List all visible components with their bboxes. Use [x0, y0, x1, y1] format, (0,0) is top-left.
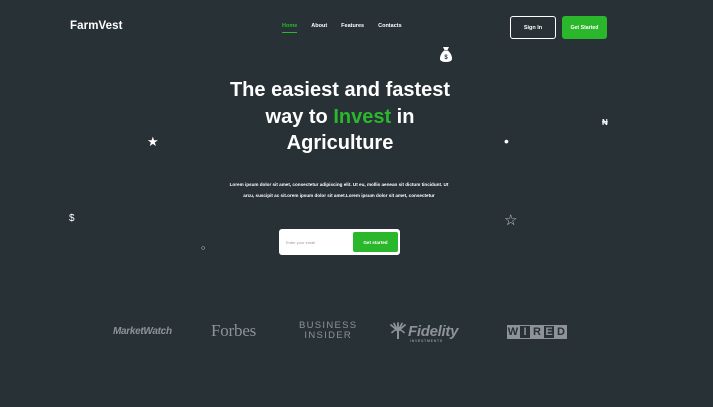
nav-link-about[interactable]: About — [311, 23, 327, 33]
get-started-button[interactable]: Get Started — [562, 16, 607, 39]
star-outline-icon: ☆ — [504, 212, 518, 229]
fidelity-logo: Fidelity INVESTMENTS — [389, 320, 479, 346]
nav-link-contacts[interactable]: Contacts — [378, 23, 402, 33]
hero-title-line3: Agriculture — [286, 132, 394, 154]
email-input[interactable] — [286, 235, 350, 249]
sign-in-button[interactable]: Sign In — [510, 16, 556, 39]
marketwatch-logo: MarketWatch — [113, 326, 172, 337]
star-icon: ★ — [147, 134, 159, 149]
fidelity-wordmark: Fidelity — [408, 323, 459, 340]
hero-title-line2-pre: way to — [265, 105, 334, 128]
hero-title-line1: The easiest and fastest — [229, 79, 451, 101]
subscribe-form: Get started — [279, 229, 400, 255]
wired-letter: R — [531, 325, 543, 339]
site-logo[interactable]: FarmVest — [70, 20, 123, 32]
wired-logo: W I R E D — [507, 325, 567, 339]
nav-link-features[interactable]: Features — [341, 23, 364, 33]
hero-title: The easiest and fastest way to Invest in… — [200, 77, 480, 157]
forbes-logo: Forbes — [211, 321, 257, 340]
wired-letter: W — [507, 325, 519, 339]
hero-title-line2-post: in — [391, 105, 415, 128]
naira-icon: ₦ — [602, 118, 608, 127]
press-logos: MarketWatch Forbes BUSINESS INSIDER Fide… — [0, 318, 713, 348]
main-nav: Home About Features Contacts — [282, 23, 416, 33]
money-bag-icon: $ — [438, 46, 454, 63]
hero-description: Lorem ipsum dolor sit amet, consectetur … — [229, 182, 449, 198]
hero-title-accent: Invest — [333, 105, 392, 128]
subscribe-button[interactable]: Get started — [353, 232, 398, 252]
business-insider-line2: INSIDER — [304, 330, 353, 341]
fidelity-emblem-icon — [390, 322, 406, 339]
ring-icon: ○ — [201, 245, 206, 252]
nav-link-home[interactable]: Home — [282, 23, 298, 33]
fidelity-subtitle: INVESTMENTS — [410, 339, 443, 343]
business-insider-logo: BUSINESS INSIDER — [299, 321, 357, 341]
wired-letter: D — [555, 325, 567, 339]
wired-letter: I — [519, 325, 531, 339]
wired-letter: E — [543, 325, 555, 339]
dot-icon: • — [504, 133, 509, 149]
dollar-icon: $ — [69, 213, 75, 224]
